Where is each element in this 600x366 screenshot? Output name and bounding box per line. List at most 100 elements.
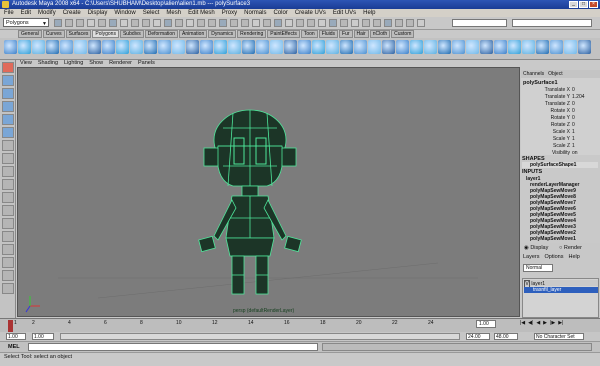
- toolbox-tool-icon[interactable]: [2, 153, 14, 164]
- menu-help[interactable]: Help: [363, 9, 375, 17]
- status-tool-icon[interactable]: [263, 19, 271, 27]
- channel-value[interactable]: 0: [570, 101, 594, 108]
- shelf-tool-icon[interactable]: [242, 40, 255, 54]
- input-node-item[interactable]: polyMapSewMove1: [530, 236, 576, 242]
- status-tool-icon[interactable]: [230, 19, 238, 27]
- shelf-tool-icon[interactable]: [60, 40, 73, 54]
- status-tool-icon[interactable]: [54, 19, 62, 27]
- mel-input[interactable]: [28, 343, 318, 351]
- toolbox-tool-icon[interactable]: [2, 127, 14, 138]
- shelf-tool-icon[interactable]: [466, 40, 479, 54]
- menu-proxy[interactable]: Proxy: [222, 9, 237, 17]
- menu-edit-uvs[interactable]: Edit UVs: [333, 9, 356, 17]
- toolbox-tool-icon[interactable]: [2, 166, 14, 177]
- menu-edit-mesh[interactable]: Edit Mesh: [188, 9, 215, 17]
- minimize-button[interactable]: _: [569, 1, 578, 8]
- shelf-tool-icon[interactable]: [354, 40, 367, 54]
- shelf-tool-icon[interactable]: [4, 40, 17, 54]
- shelf-tool-icon[interactable]: [508, 40, 521, 54]
- shelf-tool-icon[interactable]: [550, 40, 563, 54]
- shelf-tab-animation[interactable]: Animation: [178, 30, 208, 38]
- channel-row[interactable]: Rotate X0: [522, 108, 598, 115]
- mel-label[interactable]: MEL: [8, 344, 20, 350]
- menu-normals[interactable]: Normals: [244, 9, 266, 17]
- shelf-tool-icon[interactable]: [564, 40, 577, 54]
- toolbox-tool-icon[interactable]: [2, 231, 14, 242]
- channel-row[interactable]: Translate X0: [522, 87, 598, 94]
- toolbox-tool-icon[interactable]: [2, 101, 14, 112]
- toolbox-tool-icon[interactable]: [2, 62, 14, 73]
- status-tool-icon[interactable]: [307, 19, 315, 27]
- layer-menu-options[interactable]: Options: [545, 254, 564, 260]
- shelf-tab-toon[interactable]: Toon: [300, 30, 318, 38]
- layer-row-selected[interactable]: trasnfil_layer: [524, 287, 598, 293]
- channel-value[interactable]: 0: [570, 87, 594, 94]
- channel-row[interactable]: Scale X1: [522, 129, 598, 136]
- status-tool-icon[interactable]: [318, 19, 326, 27]
- status-tool-icon[interactable]: [219, 19, 227, 27]
- toolbox-tool-icon[interactable]: [2, 192, 14, 203]
- toolbox-tool-icon[interactable]: [2, 218, 14, 229]
- panel-menu-view[interactable]: View: [20, 60, 32, 67]
- toolbox-tool-icon[interactable]: [2, 88, 14, 99]
- shelf-tool-icon[interactable]: [382, 40, 395, 54]
- toolbox-tool-icon[interactable]: [2, 205, 14, 216]
- current-time-marker[interactable]: [8, 320, 13, 332]
- channel-tab-object[interactable]: Object: [548, 70, 562, 78]
- shelf-tab-rendering[interactable]: Rendering: [237, 30, 267, 38]
- shelf-tool-icon[interactable]: [144, 40, 157, 54]
- go-end-icon[interactable]: ▶|: [558, 320, 563, 326]
- shelf-tool-icon[interactable]: [214, 40, 227, 54]
- menu-mesh[interactable]: Mesh: [166, 9, 181, 17]
- shelf-tool-icon[interactable]: [116, 40, 129, 54]
- shelf-tab-fluids[interactable]: Fluids: [318, 30, 339, 38]
- blend-mode-dropdown[interactable]: Normal: [523, 264, 553, 272]
- menu-edit[interactable]: Edit: [21, 9, 31, 17]
- range-bar[interactable]: [60, 333, 460, 340]
- shelf-tool-icon[interactable]: [522, 40, 535, 54]
- rename-field-input[interactable]: [512, 19, 592, 27]
- step-forward-icon[interactable]: |▶: [550, 320, 555, 326]
- toolbox-tool-icon[interactable]: [2, 270, 14, 281]
- shelf-tool-icon[interactable]: [32, 40, 45, 54]
- panel-menu-show[interactable]: Show: [89, 60, 103, 67]
- status-tool-icon[interactable]: [120, 19, 128, 27]
- render-radio[interactable]: ○ Render: [559, 245, 582, 251]
- toolbox-tool-icon[interactable]: [2, 257, 14, 268]
- go-start-icon[interactable]: |◀: [520, 320, 525, 326]
- shelf-tool-icon[interactable]: [88, 40, 101, 54]
- display-radio[interactable]: ◉ Display: [524, 245, 548, 251]
- menu-file[interactable]: File: [4, 9, 14, 17]
- status-tool-icon[interactable]: [109, 19, 117, 27]
- status-tool-icon[interactable]: [406, 19, 414, 27]
- shelf-tab-general[interactable]: General: [18, 30, 42, 38]
- menu-color[interactable]: Color: [273, 9, 287, 17]
- shelf-tab-subdivs[interactable]: Subdivs: [119, 30, 144, 38]
- shelf-tool-icon[interactable]: [368, 40, 381, 54]
- status-tool-icon[interactable]: [87, 19, 95, 27]
- status-tool-icon[interactable]: [65, 19, 73, 27]
- shelf-tool-icon[interactable]: [200, 40, 213, 54]
- status-tool-icon[interactable]: [175, 19, 183, 27]
- shelf-tab-surfaces[interactable]: Surfaces: [65, 30, 92, 38]
- shelf-tool-icon[interactable]: [46, 40, 59, 54]
- shelf-tool-icon[interactable]: [578, 40, 591, 54]
- shelf-tool-icon[interactable]: [228, 40, 241, 54]
- shelf-tool-icon[interactable]: [284, 40, 297, 54]
- status-tool-icon[interactable]: [98, 19, 106, 27]
- shelf-tool-icon[interactable]: [256, 40, 269, 54]
- shelf-tool-icon[interactable]: [536, 40, 549, 54]
- shelf-tool-icon[interactable]: [74, 40, 87, 54]
- shelf-tool-icon[interactable]: [326, 40, 339, 54]
- menu-modify[interactable]: Modify: [38, 9, 56, 17]
- object-name[interactable]: polySurface1: [523, 80, 558, 86]
- channel-row[interactable]: Rotate Y0: [522, 115, 598, 122]
- shelf-tab-dynamics[interactable]: Dynamics: [208, 30, 237, 38]
- shelf-tool-icon[interactable]: [270, 40, 283, 54]
- status-tool-icon[interactable]: [76, 19, 84, 27]
- channel-value[interactable]: 0: [570, 108, 594, 115]
- shelf-tab-hair[interactable]: Hair: [353, 30, 369, 38]
- maximize-button[interactable]: □: [579, 1, 588, 8]
- shelf-tool-icon[interactable]: [102, 40, 115, 54]
- status-tool-icon[interactable]: [208, 19, 216, 27]
